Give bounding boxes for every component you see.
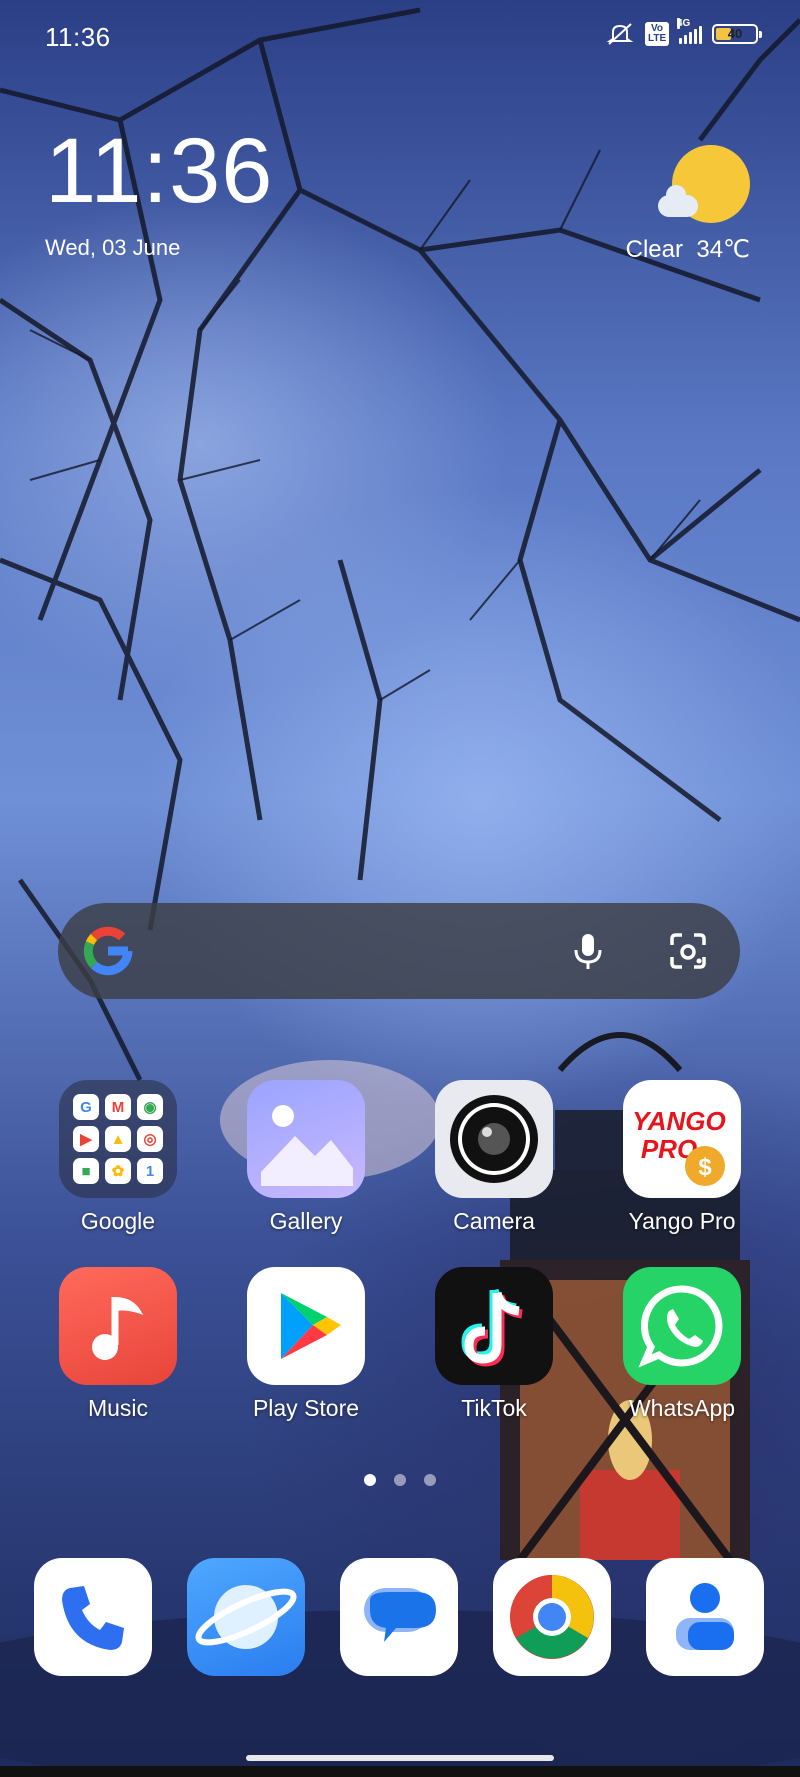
page-dot	[394, 1474, 406, 1486]
messages-icon	[364, 1588, 436, 1642]
status-icons: Vo LTE 4G 40	[605, 18, 762, 46]
home-gesture-bar[interactable]	[246, 1755, 554, 1761]
app-gallery[interactable]: Gallery	[231, 1080, 381, 1235]
app-google-folder[interactable]: G M ◉ ▶ ▲ ◎ ■ ✿ 1 Google	[43, 1080, 193, 1235]
app-label: Play Store	[252, 1395, 360, 1421]
mic-icon[interactable]	[568, 931, 608, 971]
page-dot-active	[364, 1474, 376, 1486]
browser-icon	[195, 1585, 297, 1649]
status-bar: 11:36 Vo LTE 4G 40	[0, 0, 800, 72]
svg-text:YANGO: YANGO	[632, 1106, 725, 1136]
network-type: 4G	[677, 18, 691, 29]
weather-widget[interactable]: Clear 34℃	[590, 145, 750, 263]
battery-icon: 40	[712, 24, 762, 44]
app-label: TikTok	[461, 1395, 527, 1421]
tiktok-icon	[435, 1267, 553, 1385]
signal-icon: 4G	[677, 18, 702, 44]
silent-bell-icon	[606, 23, 634, 45]
phone-icon	[62, 1586, 124, 1650]
app-label: Camera	[453, 1208, 535, 1234]
app-music[interactable]: Music	[43, 1267, 193, 1422]
dock-phone[interactable]	[34, 1558, 152, 1676]
play-store-icon	[247, 1267, 365, 1385]
chrome-icon	[510, 1575, 594, 1659]
yango-pro-icon: YANGO PRO $	[623, 1080, 741, 1198]
battery-text: 40	[727, 26, 743, 41]
weather-condition: Clear	[625, 236, 683, 263]
contacts-icon	[676, 1583, 734, 1650]
svg-text:$: $	[698, 1154, 712, 1181]
google-g-icon	[83, 926, 133, 976]
app-label: Gallery	[269, 1208, 343, 1234]
wallpaper	[0, 7, 800, 1777]
app-whatsapp[interactable]: WhatsApp	[607, 1267, 757, 1422]
dock-browser[interactable]	[187, 1558, 305, 1676]
lens-icon[interactable]	[668, 931, 708, 971]
music-icon	[59, 1267, 177, 1385]
app-label: WhatsApp	[628, 1395, 736, 1421]
google-folder-icon: G M ◉ ▶ ▲ ◎ ■ ✿ 1	[59, 1080, 177, 1198]
dock-messages[interactable]	[340, 1558, 458, 1676]
bottom-strip	[0, 1766, 800, 1777]
app-label: Yango Pro	[628, 1208, 736, 1234]
app-label: Google	[80, 1208, 156, 1234]
whatsapp-icon	[623, 1267, 741, 1385]
app-label: Music	[87, 1395, 149, 1421]
weather-text: Clear 34℃	[626, 235, 750, 264]
app-camera[interactable]: Camera	[419, 1080, 569, 1235]
app-tiktok[interactable]: TikTok	[419, 1267, 569, 1422]
status-time: 11:36	[45, 22, 111, 52]
clock-widget[interactable]: 11:36 Wed, 03 June	[45, 125, 273, 261]
clock-date: Wed, 03 June	[45, 235, 181, 260]
gallery-icon	[247, 1080, 365, 1198]
google-search-bar[interactable]	[58, 903, 740, 999]
app-play-store[interactable]: Play Store	[231, 1267, 381, 1422]
volte-badge: Vo LTE	[645, 22, 669, 46]
weather-temperature: 34℃	[696, 236, 750, 263]
dock-chrome[interactable]	[493, 1558, 611, 1676]
camera-icon	[435, 1080, 553, 1198]
cloud-shape	[658, 185, 698, 217]
dock-contacts[interactable]	[646, 1558, 764, 1676]
page-indicator	[0, 1474, 800, 1486]
page-dot	[424, 1474, 436, 1486]
clock-time: 11:36	[45, 120, 274, 222]
app-yango-pro[interactable]: YANGO PRO $ Yango Pro	[607, 1080, 757, 1235]
